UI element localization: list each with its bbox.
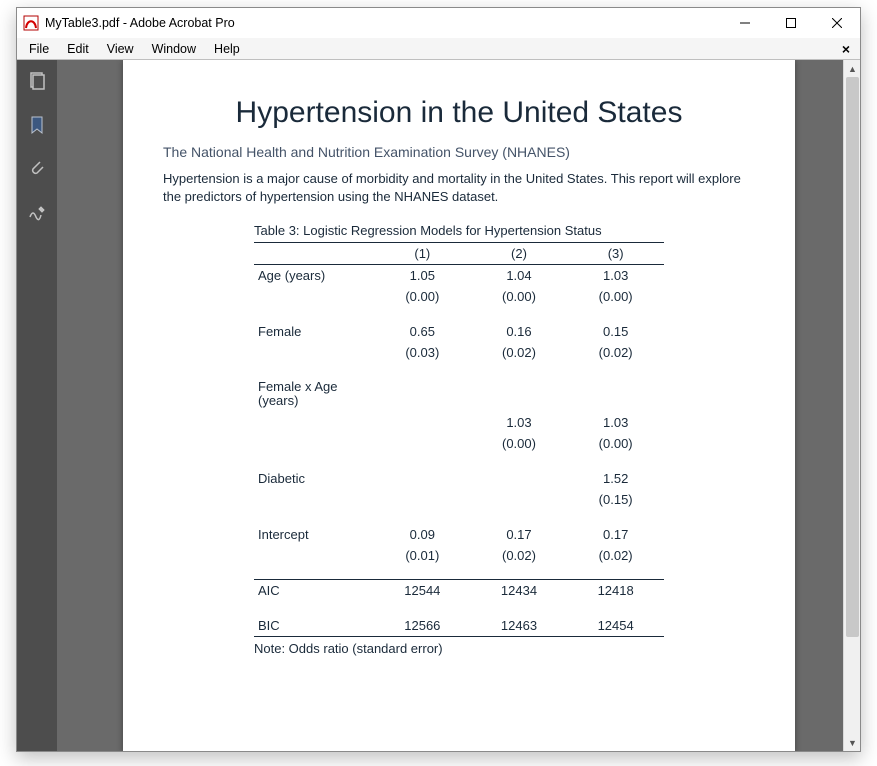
menu-view[interactable]: View	[99, 40, 142, 58]
document-paragraph: Hypertension is a major cause of morbidi…	[123, 168, 795, 219]
row-label: BIC	[254, 615, 374, 637]
cell	[374, 412, 471, 433]
cell: 0.17	[471, 524, 568, 545]
cell	[374, 489, 471, 510]
cell: 12463	[471, 615, 568, 637]
row-label: Female	[254, 321, 374, 342]
menu-window[interactable]: Window	[144, 40, 204, 58]
row-label: Female x Age (years)	[254, 377, 374, 412]
row-label: Intercept	[254, 524, 374, 545]
cell: (0.15)	[567, 489, 664, 510]
col-header: (1)	[374, 243, 471, 265]
cell: (0.02)	[471, 342, 568, 363]
row-label: Diabetic	[254, 468, 374, 489]
application-window: MyTable3.pdf - Adobe Acrobat Pro File Ed…	[16, 7, 861, 752]
cell: 1.52	[567, 468, 664, 489]
cell: 1.03	[567, 412, 664, 433]
pdf-page: Hypertension in the United States The Na…	[123, 60, 795, 751]
cell: (0.00)	[471, 286, 568, 307]
document-close-icon[interactable]: ×	[842, 41, 856, 57]
window-title: MyTable3.pdf - Adobe Acrobat Pro	[45, 16, 235, 30]
cell: 1.03	[567, 265, 664, 287]
cell: 0.65	[374, 321, 471, 342]
cell: (0.00)	[567, 286, 664, 307]
cell: (0.00)	[471, 433, 568, 454]
cell: (0.02)	[567, 545, 664, 566]
signatures-panel-icon[interactable]	[26, 202, 48, 224]
cell	[471, 489, 568, 510]
regression-table: Table 3: Logistic Regression Models for …	[254, 219, 664, 660]
window-controls	[722, 8, 860, 38]
row-label: AIC	[254, 580, 374, 602]
col-header: (2)	[471, 243, 568, 265]
menu-help[interactable]: Help	[206, 40, 248, 58]
acrobat-app-icon	[23, 15, 39, 31]
cell	[374, 433, 471, 454]
cell: 1.04	[471, 265, 568, 287]
titlebar[interactable]: MyTable3.pdf - Adobe Acrobat Pro	[17, 8, 860, 38]
scroll-down-icon[interactable]: ▼	[844, 734, 860, 751]
menubar: File Edit View Window Help ×	[17, 38, 860, 60]
cell: (0.01)	[374, 545, 471, 566]
table-caption: Table 3: Logistic Regression Models for …	[254, 219, 664, 243]
cell: 0.09	[374, 524, 471, 545]
menu-file[interactable]: File	[21, 40, 57, 58]
cell	[471, 468, 568, 489]
cell: 1.05	[374, 265, 471, 287]
document-subtitle: The National Health and Nutrition Examin…	[123, 140, 795, 168]
cell: 12544	[374, 580, 471, 602]
attachments-panel-icon[interactable]	[26, 158, 48, 180]
cell: (0.03)	[374, 342, 471, 363]
document-title: Hypertension in the United States	[123, 60, 795, 140]
pages-panel-icon[interactable]	[26, 70, 48, 92]
workarea: Hypertension in the United States The Na…	[17, 60, 860, 751]
document-viewport[interactable]: Hypertension in the United States The Na…	[57, 60, 860, 751]
navigation-pane	[17, 60, 57, 751]
row-label: Age (years)	[254, 265, 374, 287]
menu-edit[interactable]: Edit	[59, 40, 97, 58]
cell: 1.03	[471, 412, 568, 433]
cell: (0.02)	[471, 545, 568, 566]
cell: 12434	[471, 580, 568, 602]
cell: 0.17	[567, 524, 664, 545]
cell: (0.02)	[567, 342, 664, 363]
cell: (0.00)	[567, 433, 664, 454]
cell: 0.16	[471, 321, 568, 342]
bookmarks-panel-icon[interactable]	[26, 114, 48, 136]
minimize-button[interactable]	[722, 8, 768, 38]
cell: 12418	[567, 580, 664, 602]
maximize-button[interactable]	[768, 8, 814, 38]
vertical-scrollbar[interactable]: ▲ ▼	[843, 60, 860, 751]
cell	[374, 468, 471, 489]
scroll-thumb[interactable]	[846, 77, 859, 637]
table-note: Note: Odds ratio (standard error)	[254, 637, 664, 660]
close-button[interactable]	[814, 8, 860, 38]
col-header: (3)	[567, 243, 664, 265]
scroll-up-icon[interactable]: ▲	[844, 60, 860, 77]
cell: (0.00)	[374, 286, 471, 307]
cell: 12566	[374, 615, 471, 637]
cell: 12454	[567, 615, 664, 637]
cell: 0.15	[567, 321, 664, 342]
